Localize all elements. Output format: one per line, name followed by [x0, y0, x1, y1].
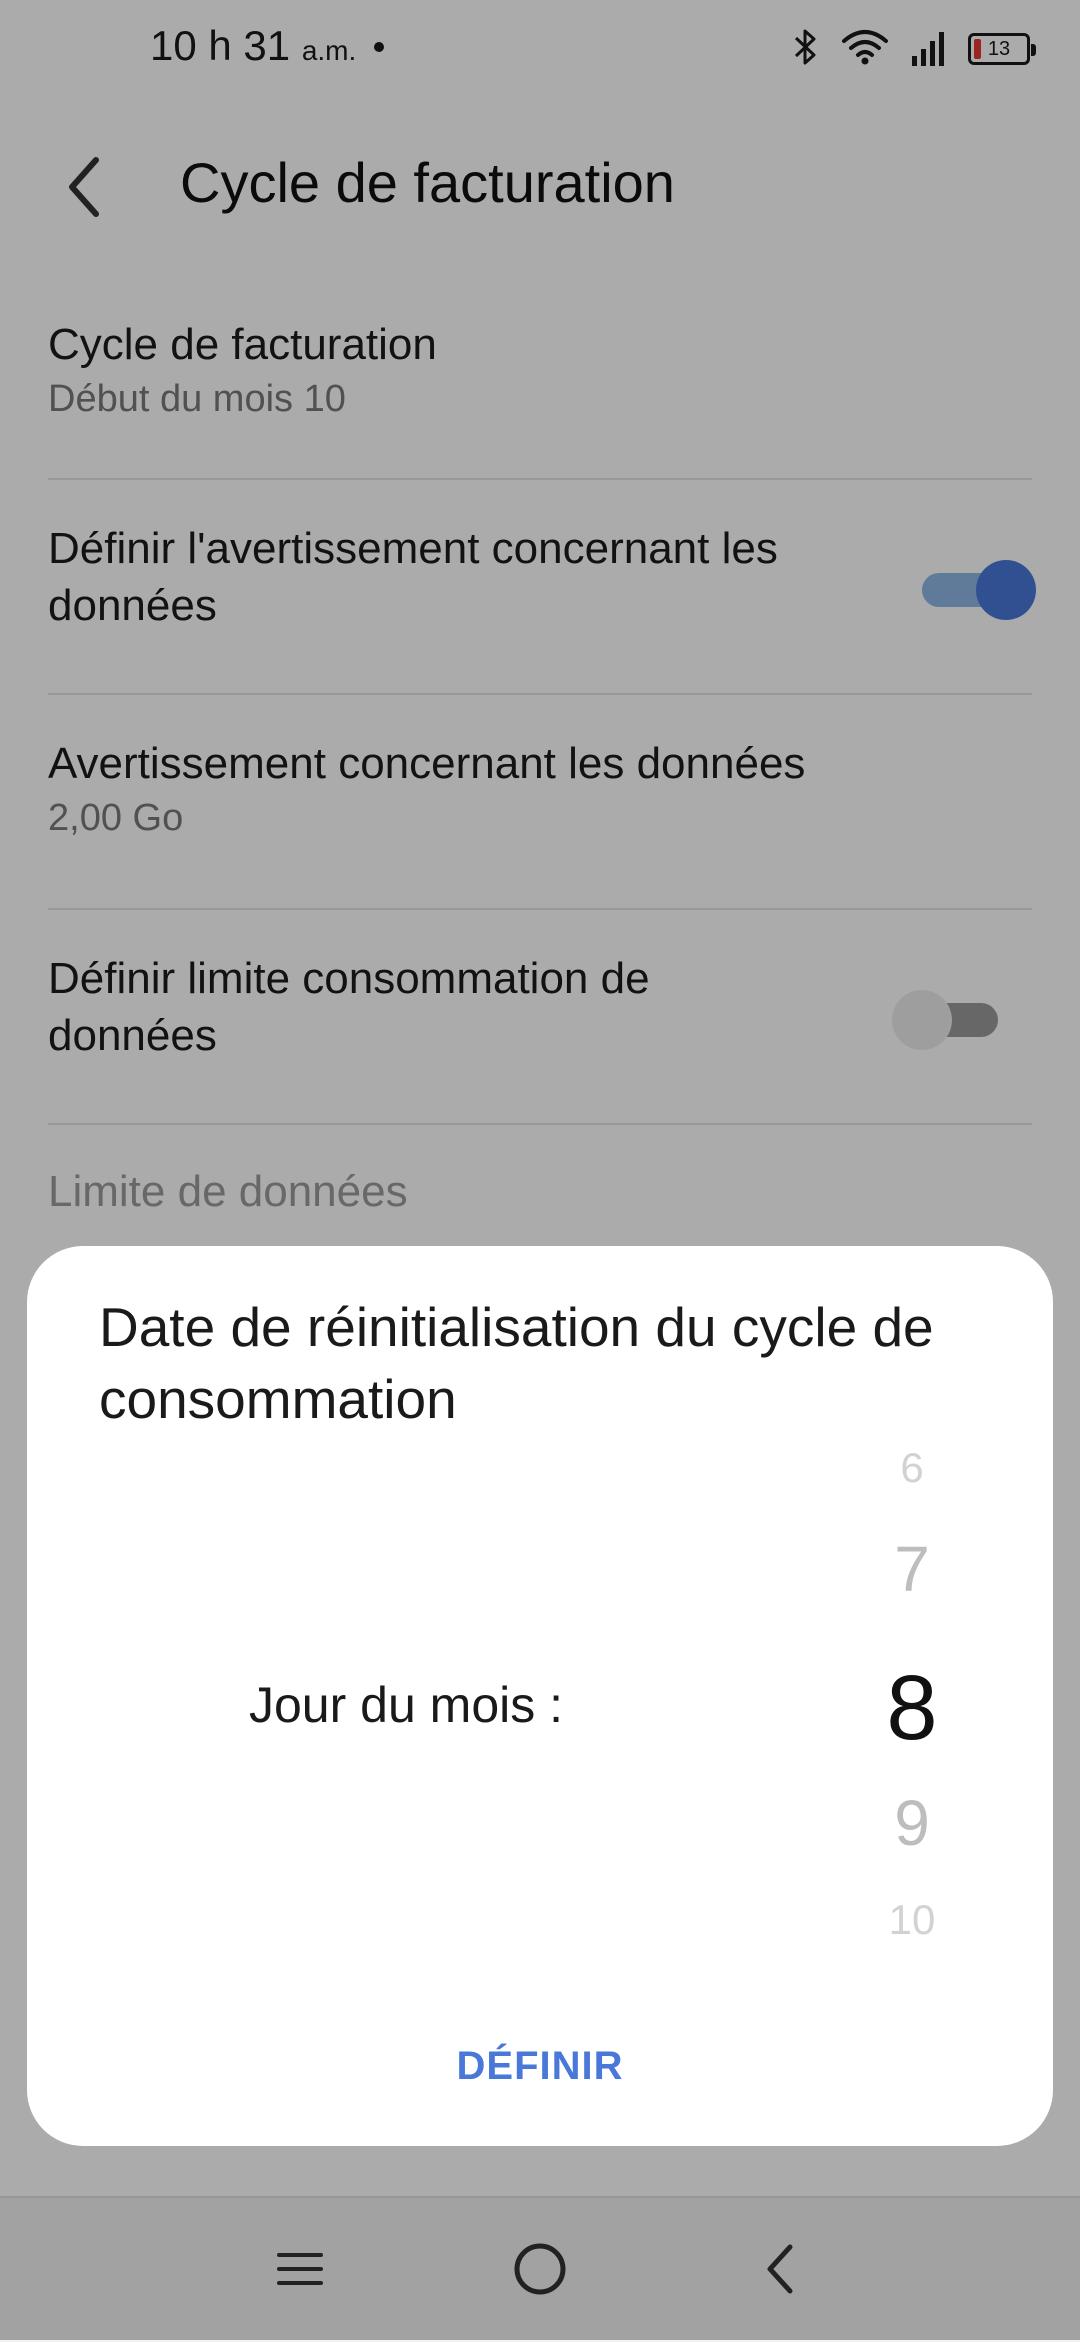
picker-option[interactable]: 9: [827, 1786, 997, 1860]
picker-option[interactable]: 6: [827, 1444, 997, 1492]
picker-label: Jour du mois :: [249, 1677, 564, 1733]
picker-selected-option[interactable]: 8: [827, 1656, 997, 1761]
reset-date-dialog: Date de réinitialisation du cycle de con…: [27, 1246, 1053, 2146]
app-screen: 10 h 31 a.m. 13 Cycle de facturation Cyc…: [0, 0, 1080, 2342]
define-button[interactable]: DÉFINIR: [440, 2026, 640, 2106]
picker-option[interactable]: 7: [827, 1532, 997, 1606]
day-picker[interactable]: 6 7 8 9 10: [827, 1246, 997, 1966]
picker-option[interactable]: 10: [827, 1896, 997, 1944]
